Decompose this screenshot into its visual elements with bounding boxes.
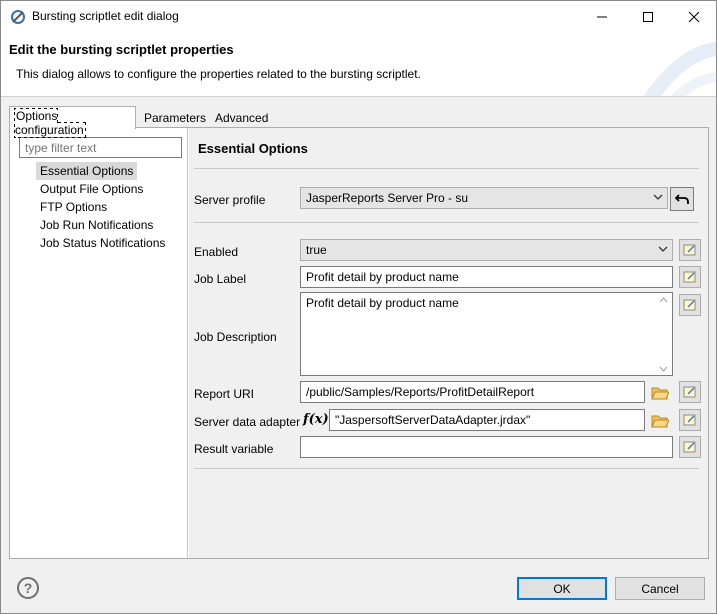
chevron-down-icon bbox=[653, 194, 663, 200]
tree-item-job-run-notifications[interactable]: Job Run Notifications bbox=[36, 216, 157, 234]
header-title: Edit the bursting scriptlet properties bbox=[9, 42, 234, 57]
form-bottom-divider bbox=[194, 468, 699, 469]
tab-parameters-label: Parameters bbox=[144, 111, 207, 125]
tab-advanced[interactable]: Advanced bbox=[209, 108, 273, 128]
header-divider bbox=[1, 96, 716, 97]
tree-item-output-file-options[interactable]: Output File Options bbox=[36, 180, 147, 198]
folder-icon[interactable] bbox=[651, 385, 669, 401]
minimize-icon[interactable] bbox=[579, 1, 625, 32]
ok-button[interactable]: OK bbox=[517, 577, 607, 600]
form-divider bbox=[194, 222, 699, 223]
server-data-adapter-label: Server data adapter bbox=[194, 415, 301, 429]
report-uri-input[interactable]: /public/Samples/Reports/ProfitDetailRepo… bbox=[300, 381, 645, 403]
enabled-select[interactable]: true bbox=[300, 239, 673, 261]
enabled-note-edit-icon[interactable] bbox=[679, 239, 701, 261]
filter-input[interactable] bbox=[19, 137, 182, 158]
enabled-value: true bbox=[306, 243, 327, 257]
result-variable-input[interactable] bbox=[300, 436, 673, 458]
job-description-note-edit-icon[interactable] bbox=[679, 294, 701, 316]
result-variable-note-edit-icon[interactable] bbox=[679, 436, 701, 458]
tab-options-configuration[interactable]: Options configuration bbox=[9, 106, 136, 138]
app-icon bbox=[11, 10, 25, 24]
expression-fx-icon[interactable]: f(x) bbox=[303, 412, 329, 427]
help-icon[interactable]: ? bbox=[17, 577, 39, 599]
title-bar: Bursting scriptlet edit dialog bbox=[1, 1, 716, 32]
server-profile-value: JasperReports Server Pro - su bbox=[306, 191, 469, 205]
essential-options-panel: Essential Options Server profile JasperR… bbox=[189, 128, 708, 558]
undo-icon[interactable] bbox=[670, 187, 694, 211]
job-description-value: Profit detail by product name bbox=[306, 296, 459, 310]
section-title: Essential Options bbox=[198, 141, 308, 156]
report-uri-note-edit-icon[interactable] bbox=[679, 381, 701, 403]
job-label-note-edit-icon[interactable] bbox=[679, 266, 701, 288]
result-variable-label: Result variable bbox=[194, 442, 274, 456]
tab-advanced-label: Advanced bbox=[215, 111, 269, 125]
header-description: This dialog allows to configure the prop… bbox=[16, 67, 421, 81]
job-description-scrollbar[interactable] bbox=[655, 293, 672, 375]
tree-item-essential-options[interactable]: Essential Options bbox=[36, 162, 138, 180]
report-uri-label: Report URI bbox=[194, 387, 255, 401]
server-profile-label: Server profile bbox=[194, 193, 266, 207]
tab-options-configuration-label: Options configuration bbox=[14, 108, 86, 138]
close-icon[interactable] bbox=[671, 1, 717, 32]
server-data-adapter-input[interactable]: "JaspersoftServerDataAdapter.jrdax" bbox=[329, 409, 645, 431]
enabled-label: Enabled bbox=[194, 245, 239, 259]
header-decoration-icon bbox=[643, 42, 716, 96]
tree-item-job-status-notifications[interactable]: Job Status Notifications bbox=[36, 234, 169, 252]
tab-panel: Essential Options Output File Options FT… bbox=[9, 127, 709, 559]
options-tree-panel: Essential Options Output File Options FT… bbox=[10, 128, 188, 558]
job-label-label: Job Label bbox=[194, 272, 247, 286]
section-divider bbox=[194, 168, 699, 169]
chevron-down-icon bbox=[658, 246, 668, 252]
dialog-header: Edit the bursting scriptlet properties T… bbox=[1, 32, 716, 96]
job-description-label: Job Description bbox=[194, 330, 277, 344]
job-label-input[interactable]: Profit detail by product name bbox=[300, 266, 673, 288]
dialog-window: Bursting scriptlet edit dialog Edit the … bbox=[0, 0, 717, 614]
maximize-icon[interactable] bbox=[625, 1, 671, 32]
server-data-adapter-note-edit-icon[interactable] bbox=[679, 409, 701, 431]
folder-icon[interactable] bbox=[651, 413, 669, 429]
job-description-textarea[interactable]: Profit detail by product name bbox=[300, 292, 673, 376]
cancel-button[interactable]: Cancel bbox=[615, 577, 705, 600]
window-title: Bursting scriptlet edit dialog bbox=[32, 9, 179, 23]
tree-item-ftp-options[interactable]: FTP Options bbox=[36, 198, 111, 216]
server-profile-select[interactable]: JasperReports Server Pro - su bbox=[300, 187, 668, 209]
tab-parameters[interactable]: Parameters bbox=[138, 108, 208, 128]
